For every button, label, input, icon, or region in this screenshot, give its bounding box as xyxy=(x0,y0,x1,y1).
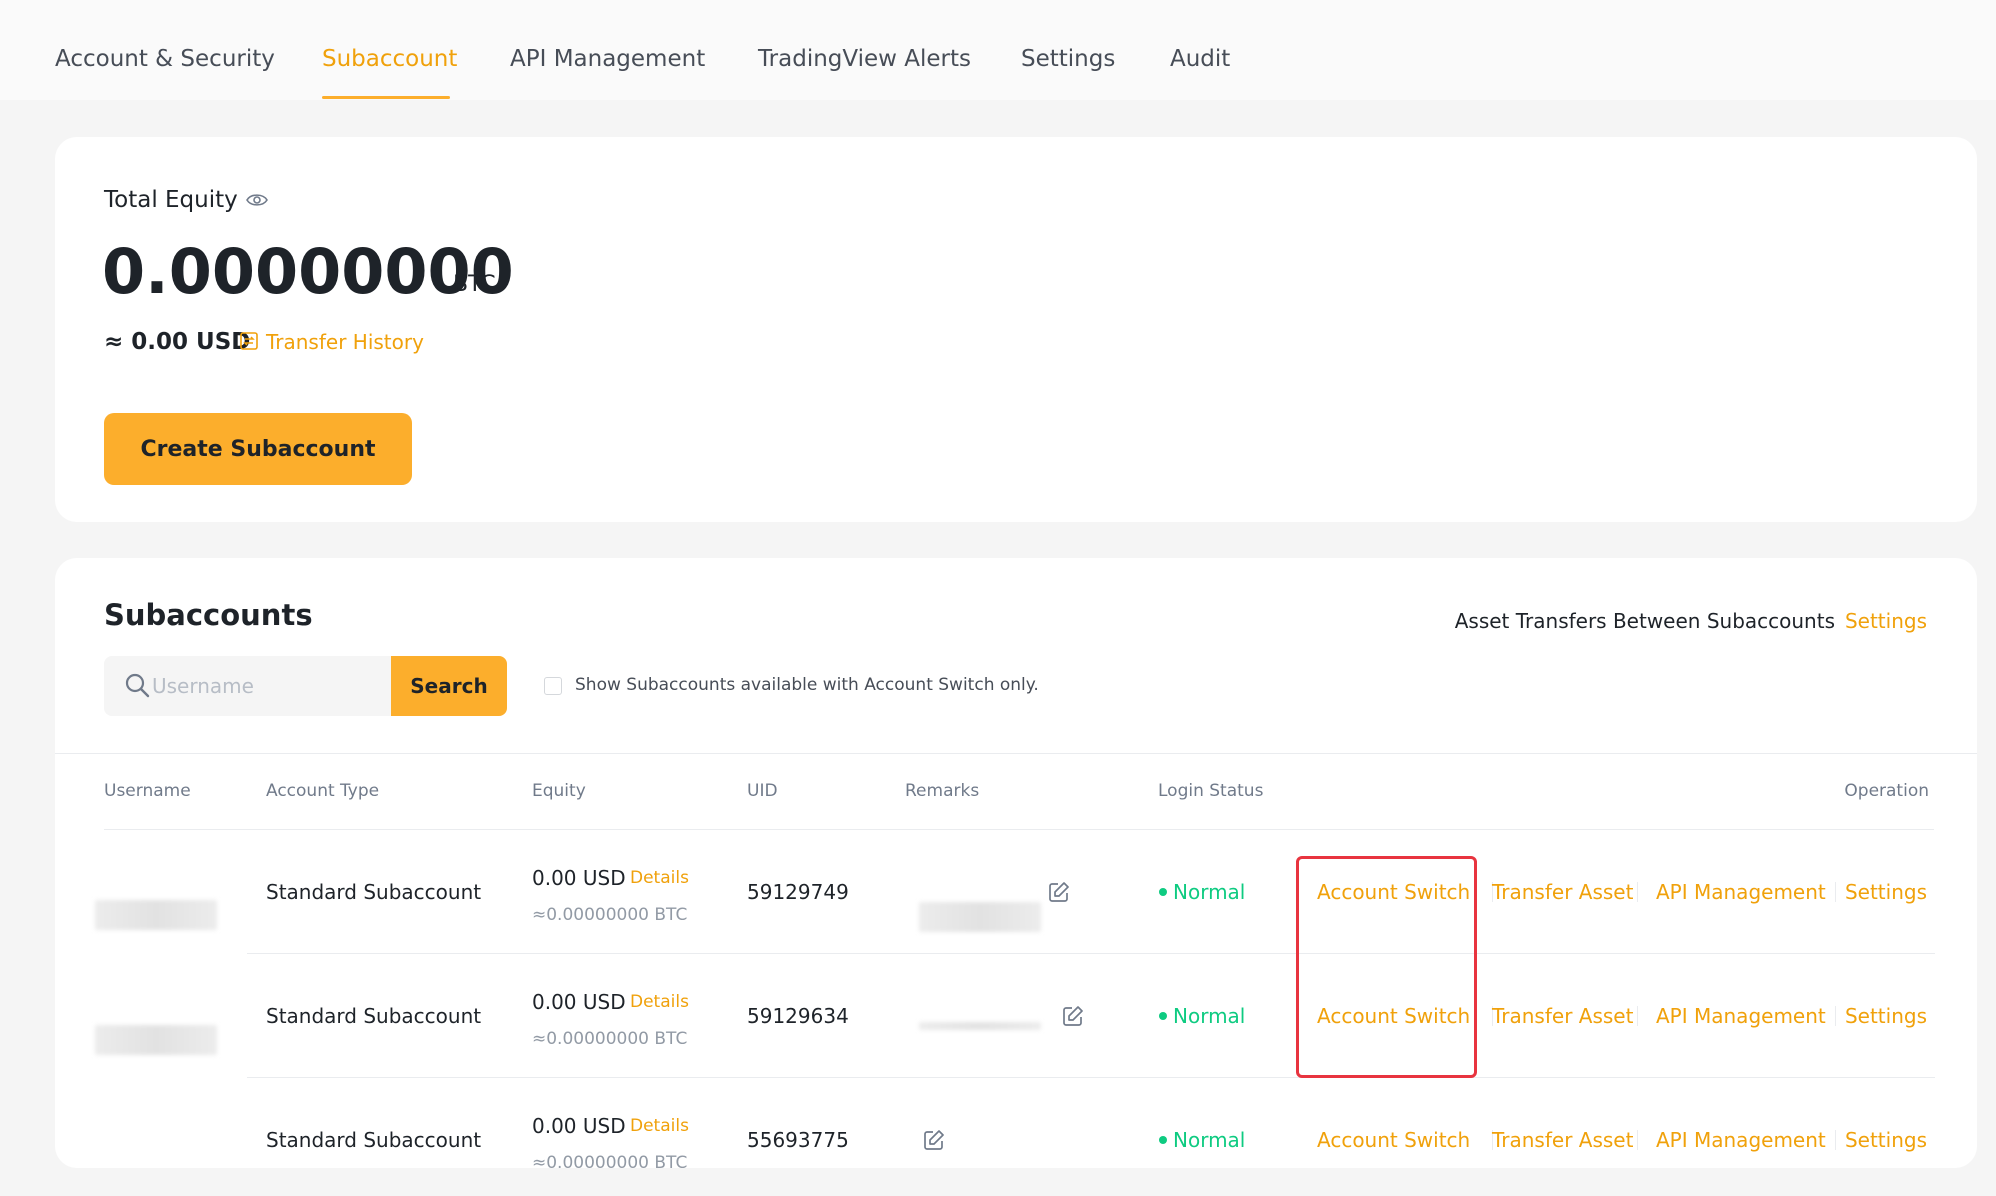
column-header-equity: Equity xyxy=(532,781,586,801)
status-dot-icon xyxy=(1159,1136,1167,1144)
row-2-account-switch-link[interactable]: Account Switch xyxy=(1317,1004,1470,1028)
transfer-history-link[interactable]: Transfer History xyxy=(266,330,424,354)
column-header-operation: Operation xyxy=(1844,781,1929,801)
row-3-login-status: Normal xyxy=(1173,1128,1246,1152)
search-icon xyxy=(125,673,150,698)
op-separator xyxy=(1835,1130,1836,1150)
search-button[interactable]: Search xyxy=(391,656,507,716)
username-search-input[interactable] xyxy=(152,658,388,714)
status-dot-icon xyxy=(1159,1012,1167,1020)
row-1-equity-usd: 0.00 USD xyxy=(532,866,626,890)
subaccounts-card: Subaccounts Asset Transfers Between Suba… xyxy=(55,558,1977,1168)
op-separator xyxy=(1637,1130,1638,1150)
total-equity-unit: BTC xyxy=(453,272,496,297)
row-1-settings-link[interactable]: Settings xyxy=(1845,880,1927,904)
op-separator xyxy=(1637,882,1638,902)
row-3-settings-link[interactable]: Settings xyxy=(1845,1128,1927,1152)
row-2-login-status: Normal xyxy=(1173,1004,1246,1028)
top-nav: Account & Security Subaccount API Manage… xyxy=(0,0,1996,100)
transfer-history-icon[interactable] xyxy=(239,331,259,351)
active-tab-indicator xyxy=(322,96,450,99)
tab-subaccount[interactable]: Subaccount xyxy=(322,46,457,72)
create-subaccount-button[interactable]: Create Subaccount xyxy=(104,413,412,485)
account-switch-filter-label: Show Subaccounts available with Account … xyxy=(575,675,1039,695)
row-3-api-management-link[interactable]: API Management xyxy=(1656,1128,1826,1152)
remarks-redacted xyxy=(919,902,1041,932)
column-header-login-status: Login Status xyxy=(1158,781,1264,801)
row-3-account-switch-link[interactable]: Account Switch xyxy=(1317,1128,1470,1152)
eye-icon[interactable] xyxy=(246,192,268,208)
equity-usd-value: ≈ 0.00 USD xyxy=(104,329,251,355)
column-header-account-type: Account Type xyxy=(266,781,380,801)
row-3-transfer-asset-link[interactable]: Transfer Asset xyxy=(1492,1128,1633,1152)
row-2-transfer-asset-link[interactable]: Transfer Asset xyxy=(1492,1004,1633,1028)
row-3-equity-usd: 0.00 USD xyxy=(532,1114,626,1138)
op-separator xyxy=(1835,882,1836,902)
total-equity-label: Total Equity xyxy=(104,187,238,213)
row-divider xyxy=(247,953,1935,954)
row-3-account-type: Standard Subaccount xyxy=(266,1128,482,1152)
tab-api-management[interactable]: API Management xyxy=(510,46,705,72)
remarks-redacted xyxy=(919,1022,1041,1030)
column-header-remarks: Remarks xyxy=(905,781,980,801)
edit-remarks-icon[interactable] xyxy=(1047,880,1071,904)
row-2-equity-btc: ≈0.00000000 BTC xyxy=(532,1029,688,1049)
username-redacted xyxy=(95,900,217,930)
row-3-details-link[interactable]: Details xyxy=(630,1116,689,1136)
row-1-account-type: Standard Subaccount xyxy=(266,880,482,904)
row-1-details-link[interactable]: Details xyxy=(630,868,689,888)
header-divider xyxy=(104,829,1934,830)
asset-transfers-settings-link[interactable]: Settings xyxy=(1845,609,1927,633)
asset-transfers-text: Asset Transfers Between Subaccounts xyxy=(1454,609,1835,633)
row-2-api-management-link[interactable]: API Management xyxy=(1656,1004,1826,1028)
row-2-settings-link[interactable]: Settings xyxy=(1845,1004,1927,1028)
equity-card: Total Equity 0.00000000 BTC ≈ 0.00 USD T… xyxy=(55,137,1977,522)
column-header-uid: UID xyxy=(747,781,778,801)
tab-audit[interactable]: Audit xyxy=(1170,46,1230,72)
subaccounts-title: Subaccounts xyxy=(104,598,313,632)
edit-remarks-icon[interactable] xyxy=(1061,1004,1085,1028)
row-3-equity-btc: ≈0.00000000 BTC xyxy=(532,1153,688,1168)
tab-settings[interactable]: Settings xyxy=(1021,46,1115,72)
op-separator xyxy=(1637,1006,1638,1026)
row-2-details-link[interactable]: Details xyxy=(630,992,689,1012)
row-1-login-status: Normal xyxy=(1173,880,1246,904)
row-2-account-type: Standard Subaccount xyxy=(266,1004,482,1028)
row-2-uid: 59129634 xyxy=(747,1004,849,1028)
username-redacted xyxy=(95,1025,217,1055)
row-3-uid: 55693775 xyxy=(747,1128,849,1152)
account-switch-filter-checkbox[interactable] xyxy=(544,677,562,695)
tab-tradingview-alerts[interactable]: TradingView Alerts xyxy=(758,46,971,72)
column-header-username: Username xyxy=(104,781,191,801)
row-1-transfer-asset-link[interactable]: Transfer Asset xyxy=(1492,880,1633,904)
row-1-api-management-link[interactable]: API Management xyxy=(1656,880,1826,904)
tab-account-security[interactable]: Account & Security xyxy=(55,46,275,72)
row-2-equity-usd: 0.00 USD xyxy=(532,990,626,1014)
edit-remarks-icon[interactable] xyxy=(922,1128,946,1152)
row-1-account-switch-link[interactable]: Account Switch xyxy=(1317,880,1470,904)
row-1-uid: 59129749 xyxy=(747,880,849,904)
op-separator xyxy=(1835,1006,1836,1026)
status-dot-icon xyxy=(1159,888,1167,896)
row-1-equity-btc: ≈0.00000000 BTC xyxy=(532,905,688,925)
row-divider xyxy=(247,1077,1935,1078)
table-top-divider xyxy=(55,753,1977,754)
